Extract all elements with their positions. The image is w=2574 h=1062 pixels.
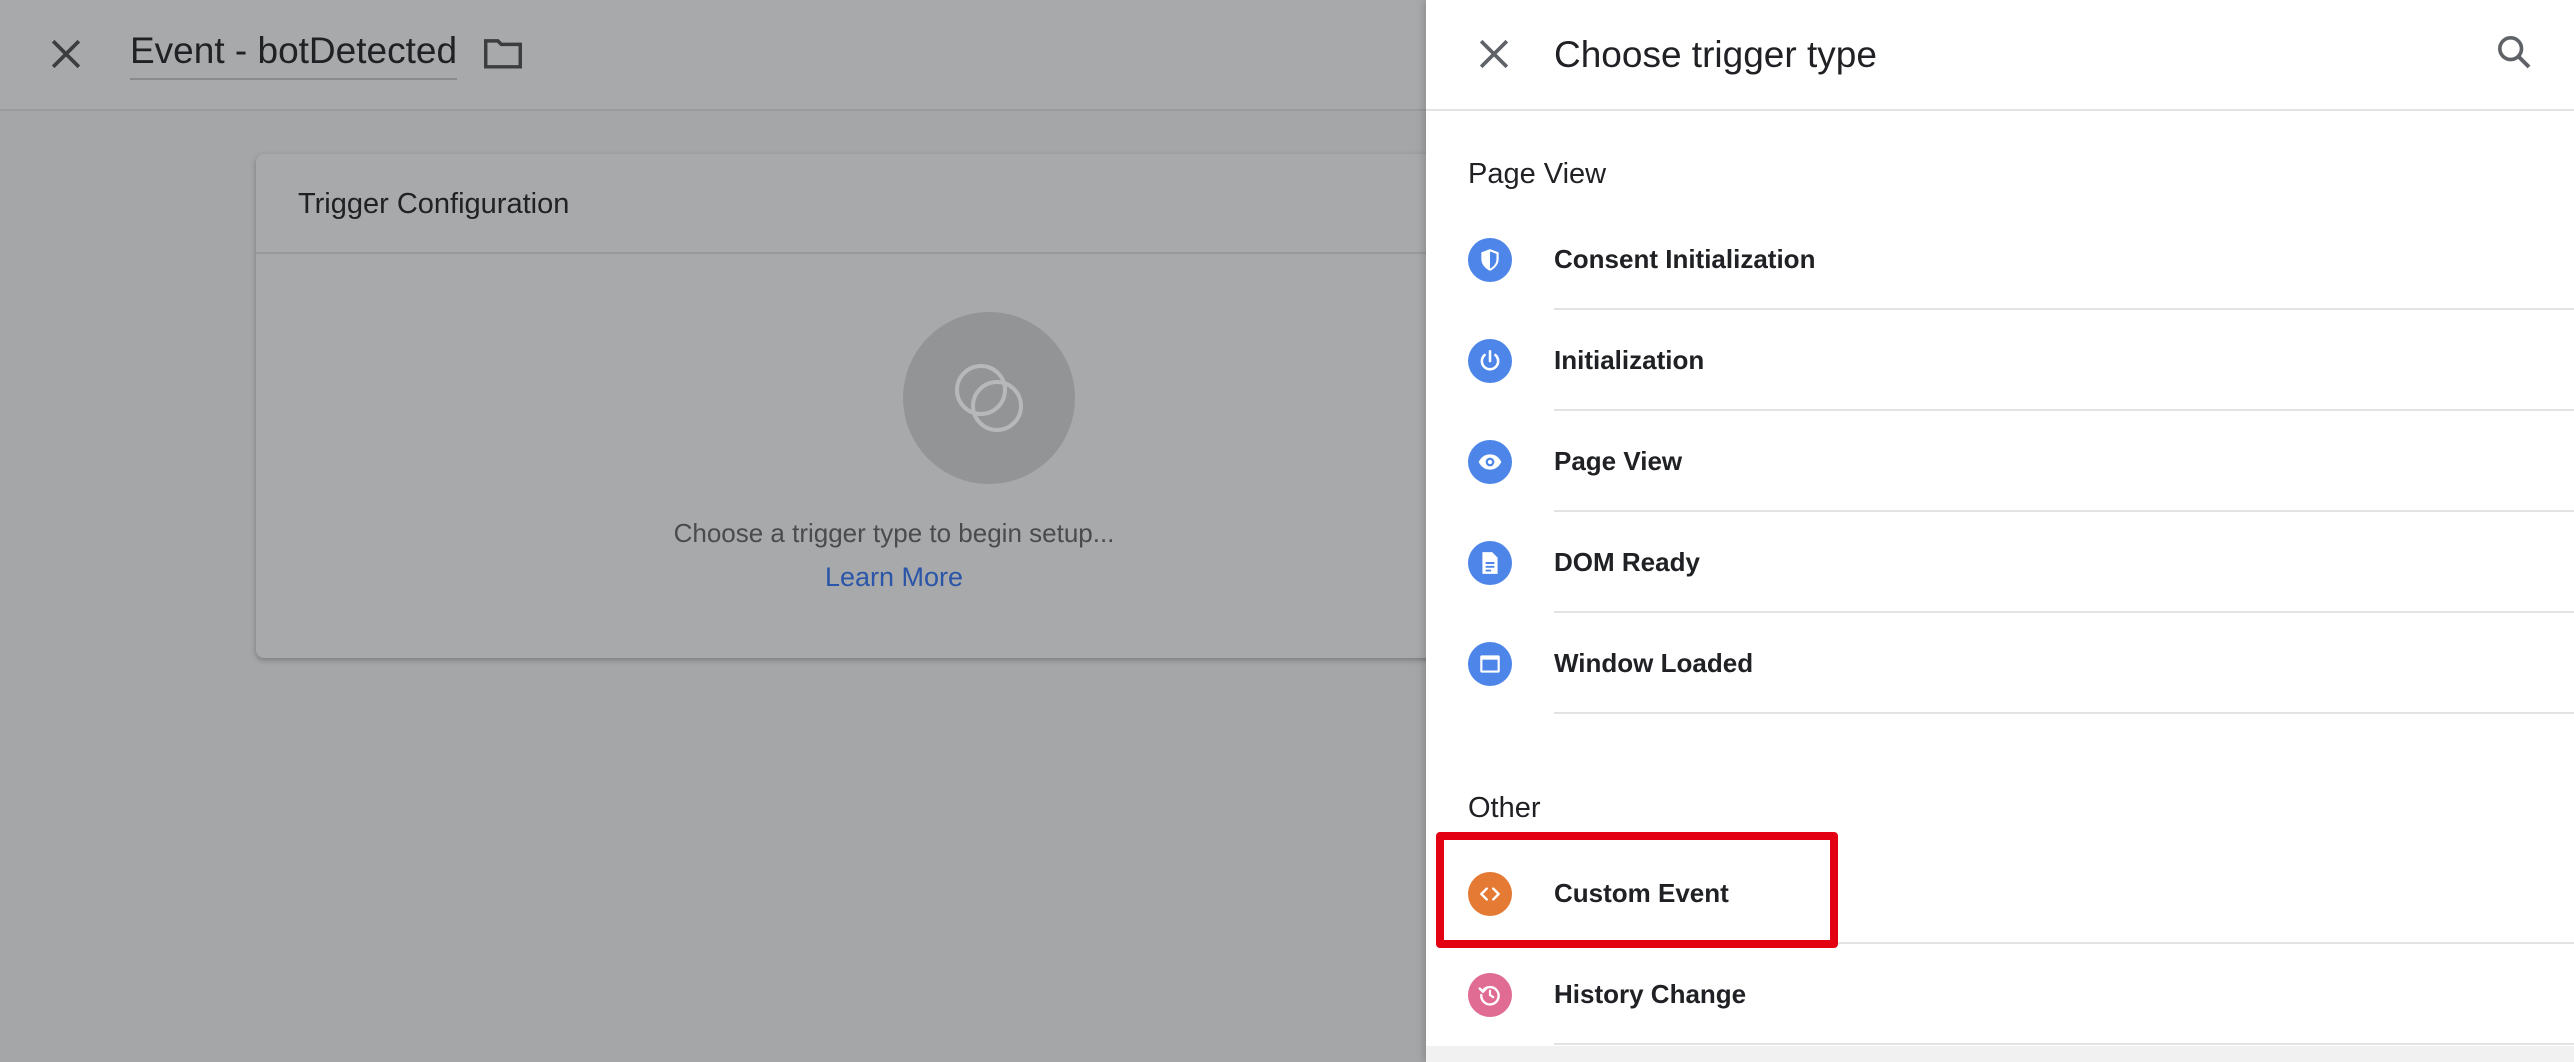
section-label-other: Other — [1468, 792, 1541, 824]
divider — [1554, 308, 2574, 310]
trigger-item-label: Page View — [1554, 446, 1683, 476]
trigger-item-window-loaded[interactable]: Window Loaded — [1426, 614, 2574, 714]
trigger-configuration-card[interactable]: Trigger Configuration Choose a trigger t… — [256, 154, 1446, 658]
trigger-item-dom-ready[interactable]: DOM Ready — [1426, 513, 2574, 613]
screen: Event - botDetected Trigger Configuratio… — [0, 0, 2574, 1062]
trigger-item-initialization[interactable]: Initialization — [1426, 311, 2574, 411]
divider — [1554, 409, 2574, 411]
trigger-name[interactable]: Event - botDetected — [130, 30, 458, 80]
trigger-item-label: Initialization — [1554, 345, 1705, 375]
close-icon[interactable] — [1472, 32, 1516, 76]
search-icon[interactable] — [2494, 32, 2534, 72]
divider — [1554, 1043, 2574, 1045]
learn-more-link[interactable]: Learn More — [656, 562, 1132, 593]
trigger-placeholder-icon[interactable] — [903, 312, 1075, 484]
card-prompt: Choose a trigger type to begin setup... — [673, 518, 1115, 548]
panel-title: Choose trigger type — [1554, 34, 1877, 75]
window-icon — [1468, 642, 1512, 686]
trigger-item-label: Window Loaded — [1554, 648, 1754, 678]
section-label-page-view: Page View — [1468, 158, 1607, 190]
divider — [1554, 712, 2574, 714]
shield-icon — [1468, 238, 1512, 282]
editor-header: Event - botDetected — [0, 0, 1426, 111]
panel-header: Choose trigger type — [1426, 0, 2574, 111]
divider — [1554, 510, 2574, 512]
trigger-item-label: Custom Event — [1554, 878, 1729, 908]
eye-icon — [1468, 440, 1512, 484]
folder-icon[interactable] — [482, 34, 524, 72]
trigger-editor-overlay: Event - botDetected Trigger Configuratio… — [0, 0, 1446, 1062]
divider — [1554, 611, 2574, 613]
trigger-item-label: History Change — [1554, 979, 1747, 1009]
trigger-item-history-change[interactable]: History Change — [1426, 945, 2574, 1045]
history-icon — [1468, 973, 1512, 1017]
document-icon — [1468, 541, 1512, 585]
trigger-item-consent-initialization[interactable]: Consent Initialization — [1426, 210, 2574, 310]
trigger-item-page-view[interactable]: Page View — [1426, 412, 2574, 512]
trigger-item-custom-event[interactable]: Custom Event — [1426, 844, 2574, 944]
panel-bottom-edge — [1426, 1046, 2574, 1062]
power-icon — [1468, 339, 1512, 383]
choose-trigger-type-panel: Choose trigger type Page View Consent In… — [1426, 0, 2574, 1062]
overlapping-circles-icon — [955, 364, 1023, 432]
code-icon — [1468, 872, 1512, 916]
trigger-item-label: DOM Ready — [1554, 547, 1700, 577]
card-title: Trigger Configuration — [256, 154, 1446, 254]
close-icon[interactable] — [44, 32, 88, 76]
trigger-item-label: Consent Initialization — [1554, 244, 1816, 274]
divider — [1554, 942, 2574, 944]
